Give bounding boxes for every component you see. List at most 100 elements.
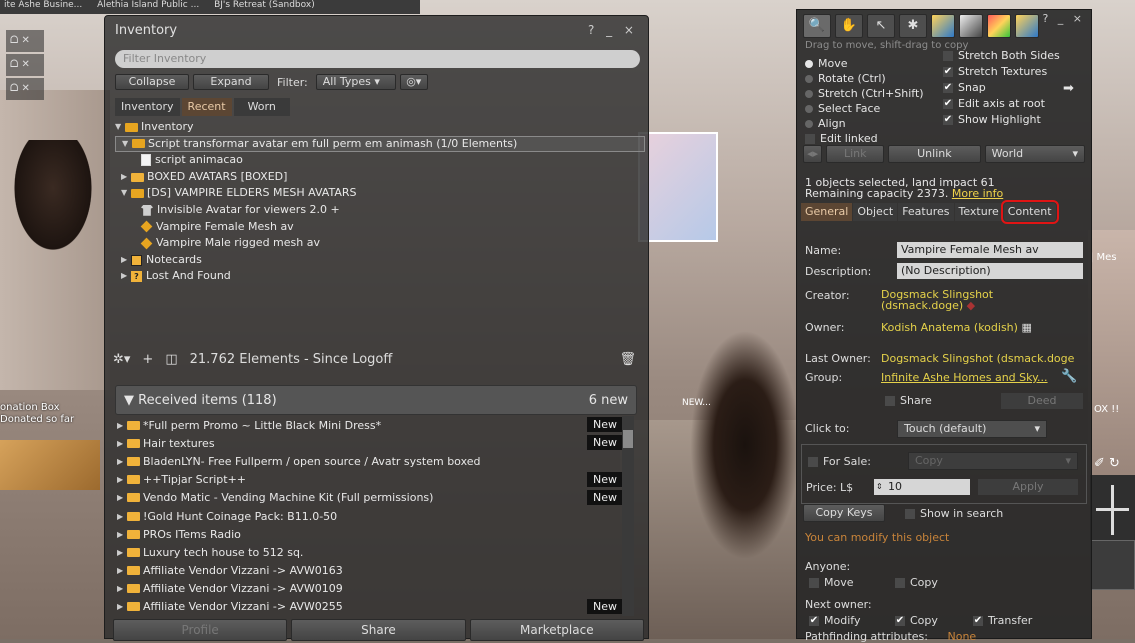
apply-button[interactable]: Apply (978, 479, 1078, 495)
tab-features[interactable]: Features (898, 203, 954, 221)
set-group-icon[interactable]: 🔧 (1061, 369, 1077, 384)
stretch-textures-checkbox[interactable]: ✔ Stretch Textures (943, 65, 1047, 78)
scene-box[interactable] (0, 440, 100, 490)
chevron-right-icon[interactable]: ▶ (121, 169, 131, 186)
copy-keys-button[interactable]: Copy Keys (803, 504, 885, 522)
inventory-titlebar[interactable]: Inventory ? _ × (105, 16, 648, 44)
collapse-button[interactable]: Collapse (115, 74, 189, 90)
minimized-floater[interactable]: ᗝ ✕ (6, 30, 44, 52)
received-scrollbar[interactable] (622, 416, 634, 616)
tab-object[interactable]: Object (853, 203, 898, 221)
chevron-right-icon[interactable]: ▶ (117, 421, 127, 430)
list-item[interactable]: ▶ *Full perm Promo ~ Little Black Mini Dr… (117, 416, 637, 434)
location-tab[interactable]: BJ's Retreat (Sandbox) (214, 0, 315, 10)
chevron-right-icon[interactable]: ▶ (117, 457, 127, 466)
link-button[interactable]: Link (826, 145, 885, 163)
arrow-right-icon[interactable]: ➡ (1063, 81, 1074, 96)
ruler-mode-dropdown[interactable]: World ▾ (984, 145, 1085, 163)
add-icon[interactable]: + (142, 352, 153, 367)
edit-linked-checkbox[interactable]: Edit linked (805, 132, 878, 145)
move-tool-icon[interactable]: ✋ (835, 14, 863, 38)
received-items-header[interactable]: ▼ Received items (118) 6 new (115, 385, 637, 415)
stepper-icon[interactable]: ⇕ (876, 479, 883, 495)
stretch-radio[interactable]: Stretch (Ctrl+Shift) (805, 87, 924, 100)
edit-axis-checkbox[interactable]: ✔ Edit axis at root (943, 97, 1045, 110)
list-item[interactable]: ▶ Vendo Matic - Vending Machine Kit (Full… (117, 489, 637, 507)
expand-button[interactable]: Expand (193, 74, 269, 90)
for-sale-checkbox[interactable]: For Sale: (808, 455, 871, 468)
tree-row[interactable]: script animacao (115, 152, 645, 169)
name-input[interactable]: Vampire Female Mesh av (897, 242, 1083, 258)
creator-value[interactable]: Dogsmack Slingshot (dsmack.doge) ◆ (881, 289, 993, 311)
build-window[interactable]: ? _ × 🔍 ✋ ↖ ✱ Drag to move, shift-drag t… (796, 9, 1092, 643)
list-item[interactable]: ▶ Affiliate Vendor Vizzani -> AVW0109 (117, 580, 637, 598)
tab-content[interactable]: Content (1000, 200, 1059, 224)
chevron-right-icon[interactable]: ▶ (117, 548, 127, 557)
sale-type-dropdown[interactable]: Copy ▾ (908, 452, 1078, 470)
minimized-floater[interactable]: ᗝ ✕ (6, 54, 44, 76)
scene-picture[interactable] (638, 132, 718, 242)
tree-row[interactable]: ▼ [DS] VAMPIRE ELDERS MESH AVATARS (115, 185, 645, 202)
gear-icon[interactable]: ✲▾ (113, 352, 130, 367)
minimized-floaters[interactable]: ᗝ ✕ ᗝ ✕ ᗝ ✕ (6, 30, 44, 102)
edit-tool-icon[interactable]: ↖ (867, 14, 895, 38)
list-item[interactable]: ▶ !Gold Hunt Coinage Pack: B11.0-50 (117, 507, 637, 525)
select-face-radio[interactable]: Select Face (805, 102, 880, 115)
tab-texture[interactable]: Texture (954, 203, 1003, 221)
texture-icon[interactable] (987, 14, 1011, 38)
tab-inventory[interactable]: Inventory (115, 98, 180, 116)
tree-row[interactable]: ▶ Notecards (115, 252, 645, 269)
camera-controls-icon[interactable]: ✐ ↻ (1094, 456, 1120, 471)
marketplace-button[interactable]: Marketplace (469, 619, 644, 641)
stretch-both-checkbox[interactable]: Stretch Both Sides (943, 49, 1060, 62)
chevron-right-icon[interactable]: ▶ (117, 512, 127, 521)
owner-value[interactable]: Kodish Anatema (kodish) ▦ (881, 321, 1032, 334)
minimized-floater[interactable]: ᗝ ✕ (6, 78, 44, 100)
deed-button[interactable]: Deed (1001, 393, 1083, 409)
wearables-icon[interactable]: ◫ (165, 352, 177, 367)
scene-avatar[interactable] (8, 140, 98, 260)
tree-row[interactable]: Vampire Female Mesh av (115, 219, 645, 236)
scrollbar-thumb[interactable] (623, 430, 633, 448)
window-controls-icon[interactable]: ? _ × (1042, 12, 1085, 25)
price-input[interactable]: ⇕ 10 (874, 479, 970, 495)
filter-type-dropdown[interactable]: All Types ▾ (315, 74, 396, 90)
tree-row[interactable]: ▼ Script transformar avatar em full perm … (115, 135, 645, 153)
list-item[interactable]: ▶ ++Tipjar Script++ New (117, 471, 637, 489)
land-tool-icon[interactable] (931, 14, 955, 38)
tab-worn[interactable]: Worn (233, 98, 290, 116)
group-value[interactable]: Infinite Ashe Homes and Sky... (881, 371, 1048, 384)
inventory-window[interactable]: Inventory ? _ × Filter Inventory Collaps… (104, 15, 649, 641)
unlink-button[interactable]: Unlink (888, 145, 981, 163)
tab-recent[interactable]: Recent (181, 98, 232, 116)
chevron-right-icon[interactable]: ▶ (121, 252, 131, 269)
tree-row[interactable]: ▼ Inventory (115, 119, 645, 136)
group-owner-icon[interactable]: ▦ (1021, 321, 1031, 334)
chevron-right-icon[interactable]: ▶ (117, 475, 127, 484)
show-highlight-checkbox[interactable]: ✔ Show Highlight (943, 113, 1041, 126)
focus-tool-icon[interactable]: 🔍 (803, 14, 831, 38)
chevron-down-icon[interactable]: ▼ (121, 185, 131, 202)
avatar-icon[interactable] (959, 14, 983, 38)
trash-icon[interactable]: 🗑 (619, 352, 636, 367)
chevron-right-icon[interactable]: ▶ (117, 566, 127, 575)
link-prev-icon[interactable]: ◂▸ (803, 145, 823, 163)
next-copy-checkbox[interactable]: ✔ Copy (895, 614, 938, 627)
location-tab[interactable]: ite Ashe Busine... (4, 0, 82, 10)
tree-row[interactable]: Invisible Avatar for viewers 2.0 + (115, 202, 645, 219)
chevron-right-icon[interactable]: ▶ (117, 602, 127, 611)
chevron-down-icon[interactable]: ▼ (122, 136, 132, 153)
tree-row[interactable]: ▶? Lost And Found (115, 268, 645, 285)
list-item[interactable]: ▶ PROs ITems Radio (117, 525, 637, 543)
chevron-right-icon[interactable]: ▶ (121, 268, 131, 285)
show-in-search-checkbox[interactable]: Show in search (905, 507, 1003, 520)
align-radio[interactable]: Align (805, 117, 846, 130)
more-info-link[interactable]: More info (952, 187, 1003, 200)
profile-icon[interactable]: ◆ (967, 299, 975, 312)
anyone-move-checkbox[interactable]: Move (809, 576, 854, 589)
chevron-right-icon[interactable]: ▶ (117, 439, 127, 448)
list-item[interactable]: ▶ Luxury tech house to 512 sq. (117, 543, 637, 561)
chevron-right-icon[interactable]: ▶ (117, 530, 127, 539)
list-item[interactable]: ▶ Affiliate Vendor Vizzani -> AVW0163 (117, 562, 637, 580)
tab-general[interactable]: General (801, 203, 853, 221)
